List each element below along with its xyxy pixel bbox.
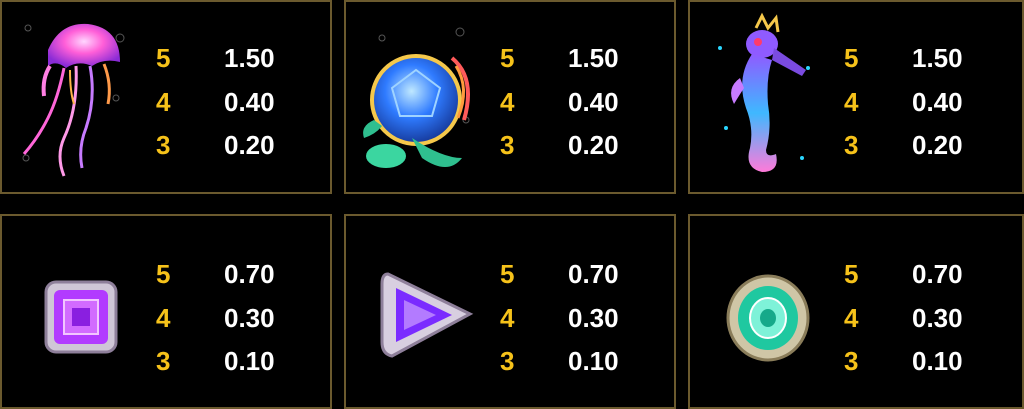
symbol-count: 5 xyxy=(500,43,515,73)
pay-row: 3 0.20 xyxy=(500,125,670,165)
sea-turtle-icon xyxy=(363,27,470,168)
pay-row: 3 0.20 xyxy=(156,125,326,165)
symbol-count: 5 xyxy=(844,43,859,73)
symbol-count: 4 xyxy=(844,87,859,117)
symbol-count: 4 xyxy=(156,87,171,117)
symbol-count: 5 xyxy=(156,259,171,289)
symbol-count: 4 xyxy=(500,87,515,117)
symbol-count: 4 xyxy=(500,303,515,333)
pay-row: 3 0.10 xyxy=(156,341,326,381)
payout-value: 0.10 xyxy=(224,346,275,376)
payout-value: 0.10 xyxy=(568,346,619,376)
symbol-count: 5 xyxy=(156,43,171,73)
payout-value: 0.30 xyxy=(912,303,963,333)
pay-row: 5 0.70 xyxy=(156,254,326,294)
pay-row: 3 0.10 xyxy=(500,341,670,381)
paytable-panel-jellyfish: 5 1.50 4 0.40 3 0.20 xyxy=(0,0,332,194)
symbol-count: 3 xyxy=(156,130,171,160)
pay-row: 4 0.40 xyxy=(500,82,670,122)
symbol-count: 4 xyxy=(844,303,859,333)
pay-row: 5 1.50 xyxy=(500,38,670,78)
purple-square-gem-icon xyxy=(44,280,118,354)
pay-row: 4 0.30 xyxy=(844,298,1014,338)
payout-value: 0.30 xyxy=(224,303,275,333)
payout-value: 0.10 xyxy=(912,346,963,376)
symbol-count: 3 xyxy=(500,130,515,160)
symbol-count: 3 xyxy=(156,346,171,376)
symbol-count: 5 xyxy=(844,259,859,289)
symbol-count: 3 xyxy=(500,346,515,376)
pay-row: 5 1.50 xyxy=(156,38,326,78)
paytable-panel-seahorse: 5 1.50 4 0.40 3 0.20 xyxy=(688,0,1024,194)
pay-row: 4 0.30 xyxy=(156,298,326,338)
payout-value: 0.70 xyxy=(224,259,275,289)
payout-value: 0.20 xyxy=(568,130,619,160)
payout-value: 1.50 xyxy=(912,43,963,73)
payout-value: 0.30 xyxy=(568,303,619,333)
payout-value: 0.40 xyxy=(568,87,619,117)
paytable-panel-teal-oval-gem: 5 0.70 4 0.30 3 0.10 xyxy=(688,214,1024,409)
symbol-count: 4 xyxy=(156,303,171,333)
paytable-panel-purple-square-gem: 5 0.70 4 0.30 3 0.10 xyxy=(0,214,332,409)
symbol-count: 3 xyxy=(844,346,859,376)
teal-oval-gem-icon xyxy=(726,274,810,362)
symbol-count: 3 xyxy=(844,130,859,160)
payout-value: 0.70 xyxy=(568,259,619,289)
pay-row: 3 0.10 xyxy=(844,341,1014,381)
payout-value: 1.50 xyxy=(224,43,275,73)
pay-row: 5 1.50 xyxy=(844,38,1014,78)
purple-triangle-gem-icon xyxy=(380,272,474,358)
payout-value: 0.20 xyxy=(224,130,275,160)
seahorse-icon xyxy=(718,12,810,172)
payout-value: 0.40 xyxy=(912,87,963,117)
pay-row: 5 0.70 xyxy=(844,254,1014,294)
paytable-panel-sea-turtle: 5 1.50 4 0.40 3 0.20 xyxy=(344,0,676,194)
payout-value: 0.40 xyxy=(224,87,275,117)
payout-value: 1.50 xyxy=(568,43,619,73)
pay-row: 3 0.20 xyxy=(844,125,1014,165)
pay-row: 4 0.30 xyxy=(500,298,670,338)
payout-value: 0.20 xyxy=(912,130,963,160)
pay-row: 4 0.40 xyxy=(156,82,326,122)
jellyfish-icon xyxy=(22,23,125,177)
symbol-count: 5 xyxy=(500,259,515,289)
pay-row: 5 0.70 xyxy=(500,254,670,294)
payout-value: 0.70 xyxy=(912,259,963,289)
pay-row: 4 0.40 xyxy=(844,82,1014,122)
paytable-panel-purple-triangle-gem: 5 0.70 4 0.30 3 0.10 xyxy=(344,214,676,409)
